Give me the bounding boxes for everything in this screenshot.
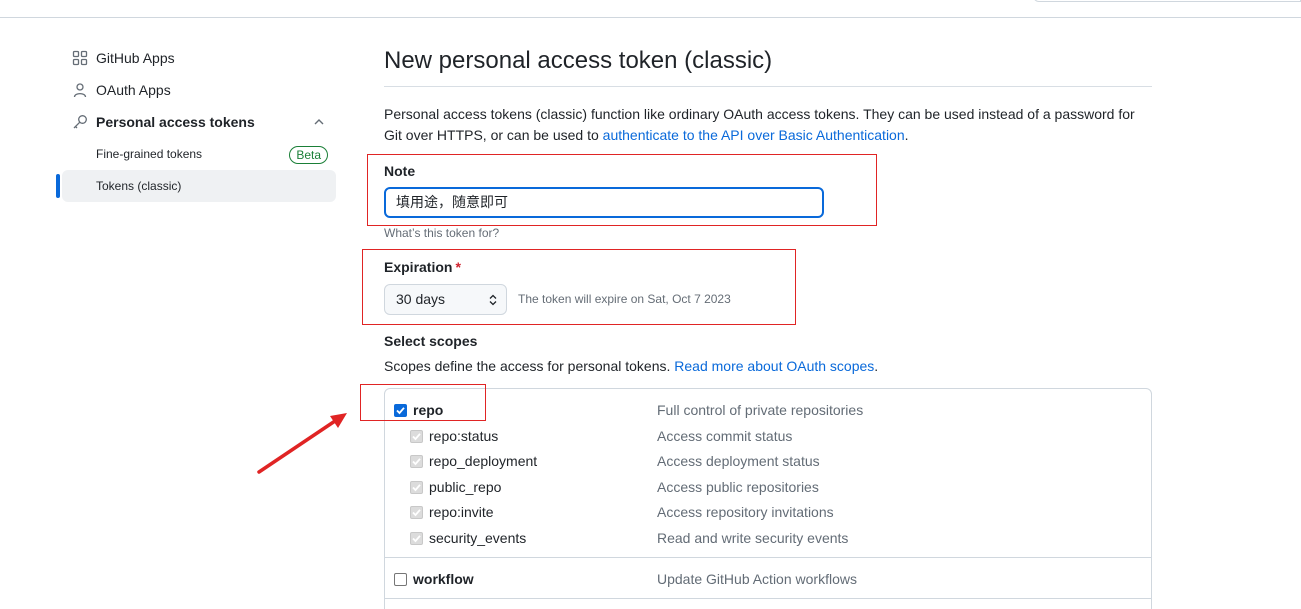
checkmark-icon: [412, 509, 421, 517]
sidebar-item-oauth-apps[interactable]: OAuth Apps: [56, 74, 336, 106]
scope-description: Access repository invitations: [657, 504, 834, 520]
header-search-edge[interactable]: [1033, 0, 1301, 2]
scopes-list: repo Full control of private repositorie…: [384, 388, 1152, 609]
scope-name: public_repo: [429, 479, 502, 495]
sidebar-item-tokens-classic[interactable]: Tokens (classic): [56, 170, 336, 202]
scope-description: Access deployment status: [657, 453, 820, 469]
note-hint: What’s this token for?: [384, 226, 500, 240]
scope-description: Access commit status: [657, 428, 793, 444]
sidebar-item-label: Personal access tokens: [96, 114, 255, 130]
sidebar-item-label: GitHub Apps: [96, 50, 175, 66]
scope-checkbox-repo-status[interactable]: [410, 430, 423, 443]
scopes-desc-end: .: [874, 358, 879, 374]
scope-checkbox-security-events[interactable]: [410, 532, 423, 545]
person-icon: [73, 83, 87, 98]
scope-row-security-events[interactable]: security_events Read and write security …: [385, 527, 1151, 551]
scope-description: Access public repositories: [657, 479, 819, 495]
scope-name: repo:status: [429, 428, 499, 444]
checkmark-icon: [412, 433, 421, 441]
scope-checkbox-repo-deployment[interactable]: [410, 455, 423, 468]
scope-row-workflow[interactable]: workflow Update GitHub Action workflows: [385, 568, 1151, 592]
scope-row-repo[interactable]: repo Full control of private repositorie…: [385, 399, 1151, 423]
scope-row-repo-status[interactable]: repo:status Access commit status: [385, 425, 1151, 449]
sidebar-item-fine-grained-tokens[interactable]: Fine-grained tokens Beta: [56, 138, 336, 170]
sidebar-item-label: Tokens (classic): [96, 179, 182, 193]
page-title: New personal access token (classic): [384, 47, 773, 74]
annotation-box-repo: [360, 384, 486, 421]
checkmark-icon: [412, 535, 421, 543]
intro-end: .: [904, 127, 909, 143]
scopes-heading: Select scopes: [384, 333, 478, 349]
scope-description: Full control of private repositories: [657, 402, 864, 418]
scope-description: Update GitHub Action workflows: [657, 571, 857, 587]
oauth-scopes-link[interactable]: Read more about OAuth scopes: [674, 358, 874, 374]
scope-checkbox-repo-invite[interactable]: [410, 506, 423, 519]
scope-name: repo_deployment: [429, 453, 538, 469]
apps-grid-icon: [72, 50, 88, 66]
scope-name: security_events: [429, 530, 527, 546]
scopes-description: Scopes define the access for personal to…: [384, 358, 878, 374]
settings-sidebar: GitHub Apps OAuth Apps Personal access t…: [56, 42, 336, 202]
sidebar-item-personal-access-tokens[interactable]: Personal access tokens: [56, 106, 336, 138]
checkmark-icon: [412, 484, 421, 492]
key-icon: [73, 115, 87, 129]
scope-divider: [385, 557, 1151, 558]
checkmark-icon: [412, 458, 421, 466]
chevron-up-icon[interactable]: [312, 115, 326, 129]
scope-row-repo-invite[interactable]: repo:invite Access repository invitation…: [385, 501, 1151, 525]
scope-checkbox-workflow[interactable]: [394, 573, 407, 586]
sidebar-item-github-apps[interactable]: GitHub Apps: [56, 42, 336, 74]
top-header-bar: [0, 0, 1301, 18]
scope-row-public-repo[interactable]: public_repo Access public repositories: [385, 476, 1151, 500]
scope-checkbox-public-repo[interactable]: [410, 481, 423, 494]
scope-name: repo:invite: [429, 504, 494, 520]
scope-row-repo-deployment[interactable]: repo_deployment Access deployment status: [385, 450, 1151, 474]
scope-description: Read and write security events: [657, 530, 849, 546]
annotation-box-expiration: [362, 249, 796, 325]
scopes-desc-text: Scopes define the access for personal to…: [384, 358, 675, 374]
sidebar-item-label: Fine-grained tokens: [96, 147, 203, 161]
scope-name: workflow: [413, 571, 474, 587]
annotation-box-note: [367, 154, 877, 226]
beta-badge: Beta: [289, 146, 328, 164]
active-indicator: [56, 174, 60, 198]
title-divider: [384, 86, 1152, 87]
intro-paragraph: Personal access tokens (classic) functio…: [384, 104, 1152, 146]
scope-divider: [385, 598, 1151, 599]
basic-auth-link[interactable]: authenticate to the API over Basic Authe…: [603, 127, 905, 143]
annotation-arrow-icon: [257, 413, 347, 474]
sidebar-item-label: OAuth Apps: [96, 82, 171, 98]
